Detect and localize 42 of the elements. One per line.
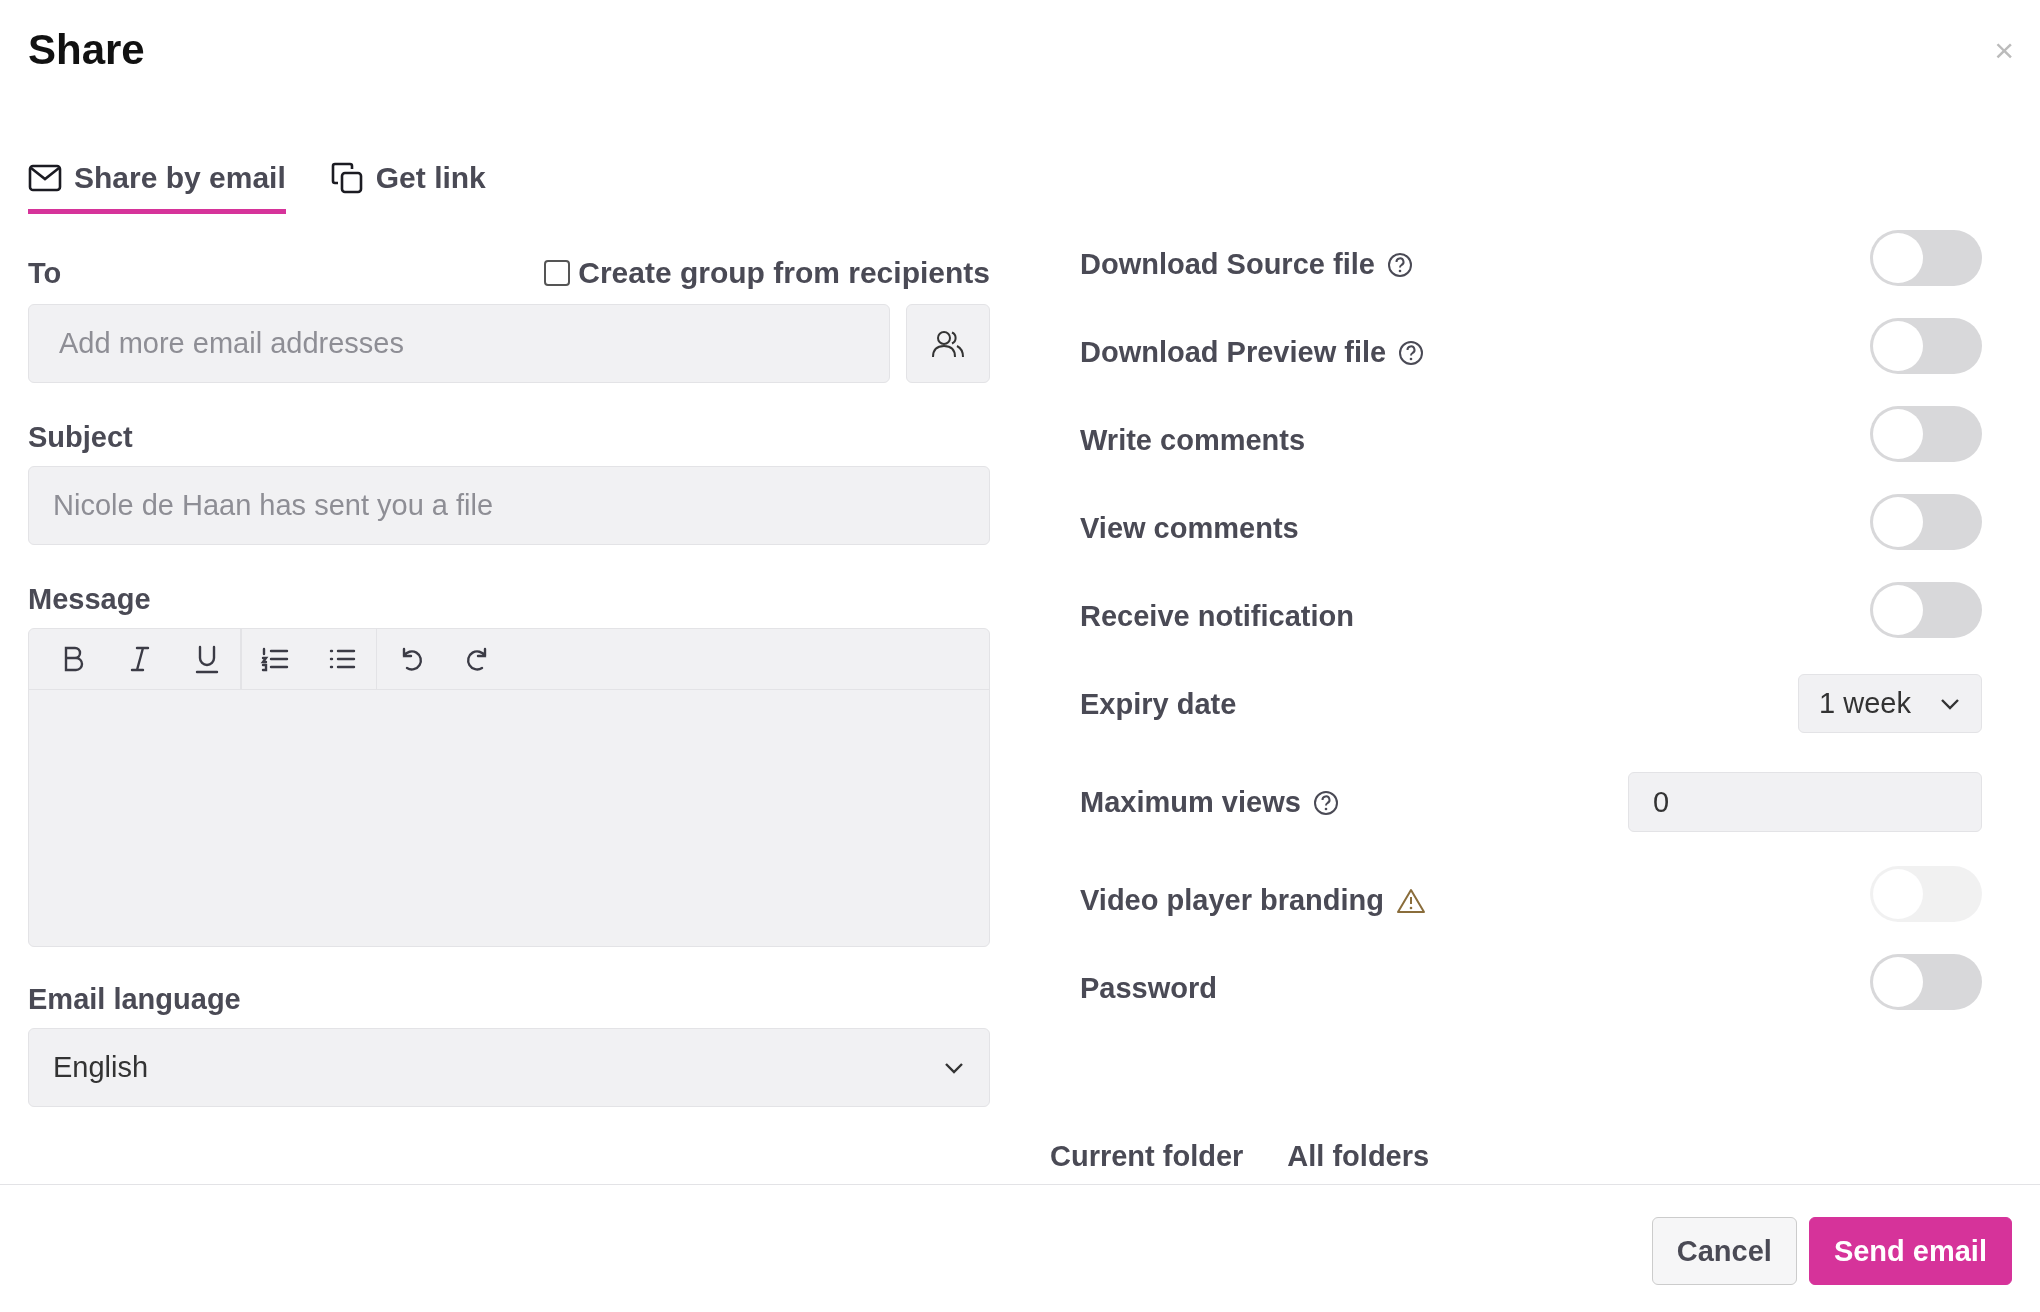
setting-label: Write comments <box>1080 424 1306 457</box>
email-input-field[interactable]: Add more email addresses <box>28 304 890 383</box>
setting-label: Receive notification <box>1080 600 1354 633</box>
dialog-title: Share <box>28 26 145 74</box>
help-icon[interactable] <box>1312 789 1339 816</box>
folder-tab[interactable]: Current folder <box>1050 1140 1244 1173</box>
copy-icon <box>329 161 364 195</box>
help-icon[interactable] <box>1398 339 1425 366</box>
chevron-down-icon <box>1939 696 1961 711</box>
toggle-switch[interactable] <box>1870 582 1982 638</box>
send-email-button[interactable]: Send email <box>1808 1217 2012 1285</box>
field-label: Message <box>28 583 152 616</box>
tab[interactable]: Get link <box>329 161 486 214</box>
setting-label: Video player branding <box>1080 884 1385 917</box>
language-select[interactable]: English <box>28 1028 990 1107</box>
setting-label: Password <box>1080 972 1217 1005</box>
field-label: Email language <box>28 983 242 1016</box>
help-icon[interactable] <box>1386 251 1413 278</box>
folder-tab[interactable]: All folders <box>1287 1140 1430 1173</box>
expiry-select[interactable]: 1 week <box>1798 674 1982 733</box>
people-icon <box>931 328 965 359</box>
toggle-switch[interactable] <box>1870 406 1982 462</box>
toggle-switch[interactable] <box>1870 230 1982 286</box>
checkbox[interactable] <box>544 260 571 286</box>
setting-label: Download Source file <box>1080 248 1375 281</box>
checkbox-label: Create group from recipients <box>578 256 990 290</box>
setting-label: Download Preview file <box>1080 336 1387 369</box>
max-views-input-field[interactable]: 0 <box>1628 772 1982 832</box>
toggle-switch[interactable] <box>1870 318 1982 374</box>
toggle-switch[interactable] <box>1870 954 1982 1010</box>
cancel-button[interactable]: Cancel <box>1651 1217 1797 1285</box>
setting-label: Expiry date <box>1080 688 1237 721</box>
toggle-switch[interactable] <box>1870 494 1982 550</box>
tab[interactable]: Share by email <box>28 161 286 214</box>
field-label: Subject <box>28 421 134 454</box>
setting-label: Maximum views <box>1080 786 1301 819</box>
contacts-button[interactable] <box>906 304 990 383</box>
field-label: To <box>28 257 62 290</box>
setting-label: View comments <box>1080 512 1299 545</box>
chevron-down-icon <box>943 1060 965 1075</box>
envelope-icon <box>28 164 62 192</box>
subject-input-field[interactable]: Nicole de Haan has sent you a file <box>28 466 990 545</box>
